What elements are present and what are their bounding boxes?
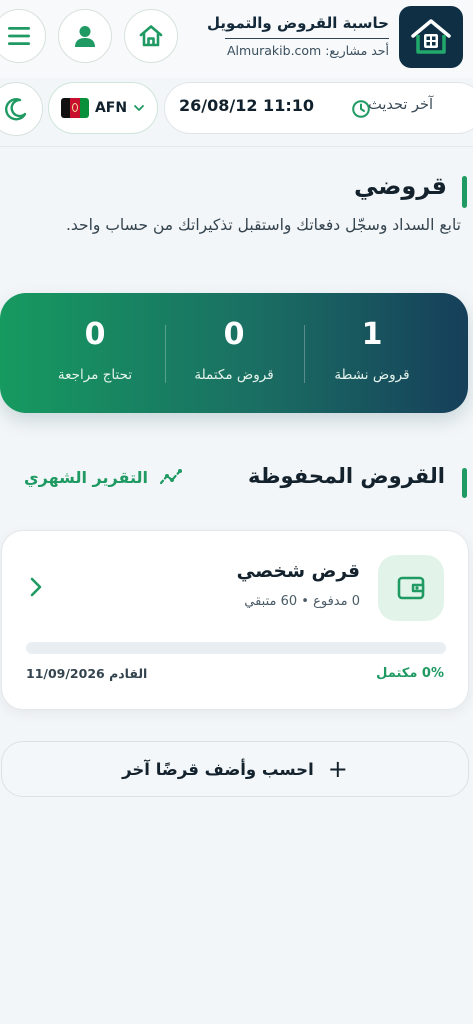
theme-toggle-button[interactable] <box>0 82 43 136</box>
stat-active-label: قروض نشطة <box>334 367 410 383</box>
plus-icon: + <box>327 755 348 783</box>
trend-chart-icon <box>159 469 182 485</box>
last-update-label: آخر تحديث <box>368 97 433 113</box>
loan-icon-box <box>378 555 444 621</box>
house-calculator-logo-icon <box>411 19 451 54</box>
page-description: تابع السداد وسجّل دفعاتك واستقبل تذكيرات… <box>65 216 461 234</box>
section-accent-bar <box>462 468 467 498</box>
title-accent-bar <box>462 176 467 208</box>
stat-active-value: 1 <box>361 317 383 352</box>
app-logo[interactable] <box>399 6 463 68</box>
loan-payments-summary: 0 مدفوع • 60 متبقي <box>244 594 360 609</box>
loan-card[interactable]: قرض شخصي 0 مدفوع • 60 متبقي 0% مكتمل الق… <box>1 530 469 710</box>
stat-review-label: تحتاج مراجعة <box>57 367 133 383</box>
profile-button[interactable] <box>58 9 112 63</box>
wallet-icon <box>397 576 425 600</box>
last-update-pill: 26/08/12 11:10 آخر تحديث <box>164 82 473 134</box>
stat-separator <box>304 325 305 383</box>
brand-divider <box>225 38 389 39</box>
monthly-report-link[interactable]: التقرير الشهري <box>24 466 184 488</box>
monthly-report-label: التقرير الشهري <box>24 467 148 487</box>
stat-needs-review: 0 تحتاج مراجعة <box>27 293 163 413</box>
afghanistan-flag-icon <box>60 98 89 118</box>
brand-title: حاسبة القروض والتمويل <box>207 14 389 32</box>
stat-completed-value: 0 <box>223 317 245 352</box>
chevron-right-icon[interactable] <box>28 575 44 603</box>
last-update-value: 26/08/12 11:10 <box>179 96 314 115</box>
stat-review-value: 0 <box>84 317 106 352</box>
brand-subtitle[interactable]: أحد مشاريع: Almurakib.com <box>169 43 389 58</box>
saved-loans-title: القروض المحفوظة <box>248 464 445 488</box>
home-button[interactable] <box>124 9 178 63</box>
chevron-down-icon <box>134 105 144 111</box>
currency-selector[interactable]: AFN <box>48 82 158 134</box>
stat-completed-label: قروض مكتملة <box>194 367 274 383</box>
moon-icon <box>5 98 27 121</box>
next-payment-label: القادم 11/09/2026 <box>26 666 148 681</box>
page-title: قروضي <box>353 172 447 200</box>
home-icon <box>139 25 163 47</box>
stat-separator <box>165 325 166 383</box>
stat-completed-loans: 0 قروض مكتملة <box>166 293 302 413</box>
user-icon <box>75 26 95 47</box>
add-loan-label: احسب وأضف قرضًا آخر <box>122 759 314 779</box>
stats-card: 1 قروض نشطة 0 قروض مكتملة 0 تحتاج مراجعة <box>0 293 468 413</box>
stat-active-loans: 1 قروض نشطة <box>304 293 440 413</box>
menu-icon <box>8 27 30 45</box>
currency-code: AFN <box>94 100 128 116</box>
loan-progress-label: 0% مكتمل <box>376 666 444 681</box>
loan-progress-bar <box>26 642 446 654</box>
add-loan-button[interactable]: احسب وأضف قرضًا آخر + <box>1 741 469 797</box>
header-divider <box>0 146 473 147</box>
loan-name: قرض شخصي <box>236 561 360 582</box>
